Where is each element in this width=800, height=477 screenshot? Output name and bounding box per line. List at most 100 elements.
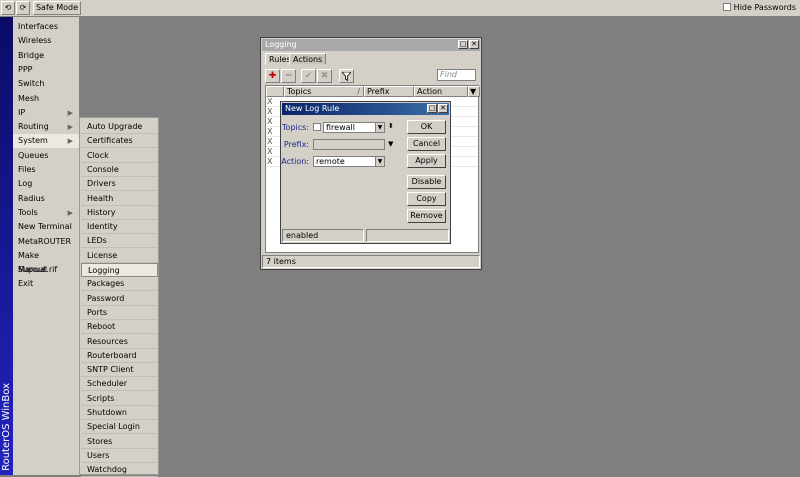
- column-menu-button[interactable]: ▼: [468, 86, 480, 97]
- submenu-item-drivers[interactable]: Drivers: [81, 177, 158, 192]
- chevron-right-icon: ▶: [67, 108, 73, 117]
- safe-mode-button[interactable]: Safe Mode: [33, 1, 81, 15]
- menu-item-manual[interactable]: Manual: [13, 263, 79, 277]
- tab-actions[interactable]: Actions: [289, 53, 327, 65]
- close-icon[interactable]: ✕: [438, 104, 448, 113]
- disabled-marker: X: [267, 147, 273, 156]
- submenu-item-sntp-client[interactable]: SNTP Client: [81, 363, 158, 378]
- updown-icon[interactable]: ⬍: [388, 121, 394, 131]
- submenu-item-packages[interactable]: Packages: [81, 277, 158, 292]
- main-menu: Interfaces Wireless Bridge PPP Switch Mesh IP ▶…: [13, 17, 79, 475]
- menu-item-system[interactable]: System ▶: [13, 134, 79, 149]
- menu-item-make-supout-rif[interactable]: Make Supout.rif: [13, 249, 79, 274]
- menu-item-label: Files: [18, 165, 36, 174]
- topics-label: Topics:: [282, 123, 309, 132]
- maximize-icon[interactable]: □: [427, 104, 437, 113]
- submenu-item-clock[interactable]: Clock: [81, 149, 158, 163]
- menu-item-log[interactable]: Log: [13, 177, 79, 191]
- menu-item-files[interactable]: Files: [13, 163, 79, 177]
- column-action[interactable]: Action: [414, 86, 468, 97]
- apply-button[interactable]: Apply: [407, 154, 446, 168]
- submenu-item-resources[interactable]: Resources: [81, 335, 158, 349]
- prefix-label: Prefix:: [283, 140, 309, 149]
- chevron-right-icon: ▶: [67, 208, 73, 217]
- submenu-item-special-login[interactable]: Special Login: [81, 420, 158, 435]
- brand-strip: RouterOS WinBox: [0, 17, 13, 475]
- hide-passwords-checkbox[interactable]: Hide Passwords: [722, 2, 796, 14]
- menu-item-label: Interfaces: [18, 22, 58, 31]
- enable-button[interactable]: ✔: [301, 69, 316, 83]
- menu-item-interfaces[interactable]: Interfaces: [13, 20, 79, 34]
- menu-item-label: Bridge: [18, 50, 45, 60]
- logging-status: 7 items: [262, 255, 480, 268]
- menu-item-wireless[interactable]: Wireless: [13, 34, 79, 48]
- submenu-item-license[interactable]: License: [81, 249, 158, 263]
- add-button[interactable]: ✚: [265, 69, 280, 83]
- submenu-item-identity[interactable]: Identity: [81, 220, 158, 235]
- cancel-button[interactable]: Cancel: [407, 137, 446, 151]
- close-icon[interactable]: ✕: [469, 40, 479, 49]
- redo-button[interactable]: ⟳: [16, 1, 30, 15]
- rule-title-bar[interactable]: New Log Rule □ ✕: [282, 103, 449, 115]
- submenu-item-shutdown[interactable]: Shutdown: [81, 406, 158, 420]
- menu-item-label: Radius: [18, 193, 45, 203]
- remove-button[interactable]: Remove: [407, 209, 446, 223]
- menu-item-routing[interactable]: Routing ▶: [13, 120, 79, 134]
- menu-item-queues[interactable]: Queues: [13, 149, 79, 163]
- cross-icon: ✖: [320, 71, 329, 81]
- submenu-item-reboot[interactable]: Reboot: [81, 320, 158, 335]
- submenu-item-scheduler[interactable]: Scheduler: [81, 377, 158, 392]
- disabled-marker: X: [267, 107, 273, 116]
- submenu-item-console[interactable]: Console: [81, 163, 158, 177]
- column-marker[interactable]: [266, 86, 284, 97]
- maximize-icon[interactable]: □: [458, 40, 468, 49]
- chevron-down-icon: ▼: [375, 123, 384, 132]
- expand-icon[interactable]: ▼: [388, 139, 393, 149]
- submenu-item-users[interactable]: Users: [81, 449, 158, 463]
- submenu-item-scripts[interactable]: Scripts: [81, 392, 158, 406]
- menu-item-new-terminal[interactable]: New Terminal: [13, 220, 79, 234]
- submenu-item-certificates[interactable]: Certificates: [81, 134, 158, 149]
- topics-negate-checkbox[interactable]: [313, 123, 321, 131]
- main-toolbar: ⟲ ⟳ Safe Mode Hide Passwords: [0, 0, 800, 17]
- menu-item-metarouter[interactable]: MetaROUTER: [13, 235, 79, 249]
- prefix-input[interactable]: [313, 139, 385, 150]
- submenu-item-history[interactable]: History: [81, 206, 158, 220]
- topics-select[interactable]: firewall ▼: [323, 122, 385, 133]
- disable-button[interactable]: ✖: [317, 69, 332, 83]
- menu-item-label: Tools: [18, 207, 38, 217]
- menu-item-label: Switch: [18, 79, 45, 89]
- submenu-item-auto-upgrade[interactable]: Auto Upgrade: [81, 120, 158, 134]
- filter-button[interactable]: [339, 69, 354, 83]
- rule-status-bar: enabled: [282, 229, 449, 242]
- action-select[interactable]: remote ▼: [313, 156, 385, 167]
- rule-status-extra: [366, 229, 449, 242]
- menu-item-tools[interactable]: Tools ▶: [13, 206, 79, 220]
- menu-item-bridge[interactable]: Bridge: [13, 49, 79, 63]
- submenu-item-leds[interactable]: LEDs: [81, 234, 158, 249]
- column-topics[interactable]: Topics /: [284, 86, 364, 97]
- column-prefix[interactable]: Prefix: [364, 86, 414, 97]
- menu-item-label: Mesh: [18, 93, 40, 103]
- menu-item-ip[interactable]: IP ▶: [13, 106, 79, 120]
- undo-button[interactable]: ⟲: [1, 1, 15, 15]
- submenu-item-logging[interactable]: Logging: [81, 263, 158, 277]
- submenu-item-password[interactable]: Password: [81, 292, 158, 306]
- menu-item-radius[interactable]: Radius: [13, 192, 79, 206]
- check-icon: ✔: [304, 71, 313, 81]
- disable-button[interactable]: Disable: [407, 175, 446, 189]
- submenu-item-ports[interactable]: Ports: [81, 306, 158, 320]
- ok-button[interactable]: OK: [407, 120, 446, 134]
- menu-item-ppp[interactable]: PPP: [13, 63, 79, 77]
- menu-item-label: Routing: [18, 122, 49, 132]
- menu-item-mesh[interactable]: Mesh: [13, 92, 79, 106]
- submenu-item-health[interactable]: Health: [81, 192, 158, 206]
- logging-title-bar[interactable]: Logging □ ✕: [262, 39, 480, 51]
- find-input[interactable]: Find: [437, 69, 476, 81]
- submenu-item-routerboard[interactable]: Routerboard: [81, 349, 158, 363]
- menu-item-exit[interactable]: Exit: [13, 277, 79, 291]
- submenu-item-stores[interactable]: Stores: [81, 435, 158, 449]
- copy-button[interactable]: Copy: [407, 192, 446, 206]
- menu-item-switch[interactable]: Switch: [13, 77, 79, 91]
- remove-button[interactable]: ━: [281, 69, 296, 83]
